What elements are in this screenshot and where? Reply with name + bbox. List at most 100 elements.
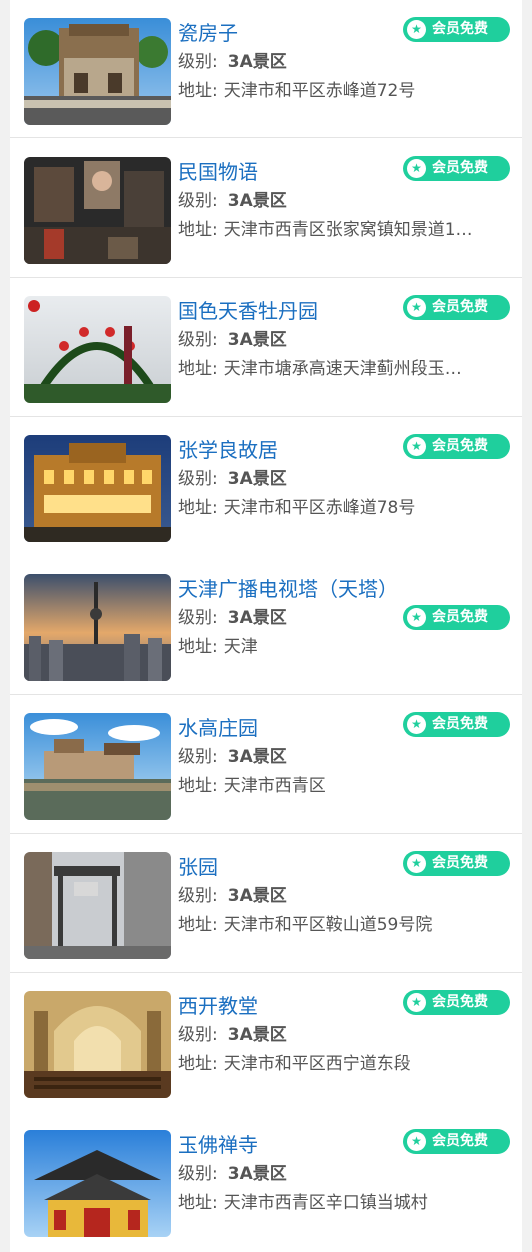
star-icon: ★	[407, 159, 426, 178]
member-free-badge[interactable]: ★ 会员免费	[403, 990, 510, 1015]
member-free-badge[interactable]: ★ 会员免费	[403, 434, 510, 459]
address-value: 天津	[223, 637, 258, 657]
level-value: 3A景区	[227, 191, 287, 211]
star-icon: ★	[407, 1132, 426, 1151]
address-label: 地址:	[178, 1054, 218, 1074]
address-value: 天津市和平区西宁道东段	[223, 1054, 411, 1074]
level-row: 级别: 3A景区	[178, 1163, 508, 1185]
member-free-badge[interactable]: ★ 会员免费	[403, 712, 510, 737]
badge-label: 会员免费	[432, 609, 488, 625]
address-label: 地址:	[178, 498, 218, 518]
badge-label: 会员免费	[432, 716, 488, 732]
member-free-badge[interactable]: ★ 会员免费	[403, 851, 510, 876]
level-label: 级别:	[178, 747, 218, 767]
address-row: 地址: 天津市和平区赤峰道78号	[178, 497, 508, 519]
level-row: 级别: 3A景区	[178, 746, 508, 768]
list-item[interactable]: 张学良故居 级别: 3A景区 地址: 天津市和平区赤峰道78号 ★ 会员免费	[10, 418, 522, 556]
address-row: 地址: 天津市和平区鞍山道59号院	[178, 914, 508, 936]
level-row: 级别: 3A景区	[178, 1024, 508, 1046]
level-row: 级别: 3A景区	[178, 885, 508, 907]
spot-name[interactable]: 西开教堂	[178, 993, 258, 1019]
badge-label: 会员免费	[432, 438, 488, 454]
divider	[10, 137, 522, 138]
scenic-thumbnail[interactable]	[24, 574, 171, 681]
list-item[interactable]: 水高庄园 级别: 3A景区 地址: 天津市西青区 ★ 会员免费	[10, 696, 522, 834]
address-row: 地址: 天津市塘承高速天津蓟州段玉…	[178, 358, 508, 380]
divider	[10, 416, 522, 417]
star-icon: ★	[407, 993, 426, 1012]
level-value: 3A景区	[227, 747, 287, 767]
scenic-thumbnail[interactable]	[24, 435, 171, 542]
level-row: 级别: 3A景区	[178, 51, 508, 73]
badge-label: 会员免费	[432, 1133, 488, 1149]
spot-name[interactable]: 天津广播电视塔（天塔）	[178, 576, 398, 602]
address-label: 地址:	[178, 359, 218, 379]
member-free-badge[interactable]: ★ 会员免费	[403, 156, 510, 181]
level-label: 级别:	[178, 330, 218, 350]
address-label: 地址:	[178, 220, 218, 240]
level-value: 3A景区	[227, 1164, 287, 1184]
scenic-spot-list: 瓷房子 级别: 3A景区 地址: 天津市和平区赤峰道72号 ★ 会员免费 民国物语 级…	[10, 0, 522, 1252]
level-row: 级别: 3A景区	[178, 329, 508, 351]
level-label: 级别:	[178, 886, 218, 906]
star-icon: ★	[407, 854, 426, 873]
address-label: 地址:	[178, 1193, 218, 1213]
star-icon: ★	[407, 437, 426, 456]
scenic-thumbnail[interactable]	[24, 1130, 171, 1237]
list-item[interactable]: 民国物语 级别: 3A景区 地址: 天津市西青区张家窝镇知景道1… ★ 会员免费	[10, 140, 522, 278]
spot-name[interactable]: 国色天香牡丹园	[178, 298, 318, 324]
level-label: 级别:	[178, 191, 218, 211]
scenic-thumbnail[interactable]	[24, 18, 171, 125]
member-free-badge[interactable]: ★ 会员免费	[403, 295, 510, 320]
address-value: 天津市西青区辛口镇当城村	[223, 1193, 428, 1213]
address-value: 天津市和平区赤峰道72号	[223, 81, 416, 101]
list-item[interactable]: 国色天香牡丹园 级别: 3A景区 地址: 天津市塘承高速天津蓟州段玉… ★ 会员免费	[10, 279, 522, 417]
list-item[interactable]: 西开教堂 级别: 3A景区 地址: 天津市和平区西宁道东段 ★ 会员免费	[10, 974, 522, 1112]
level-row: 级别: 3A景区	[178, 190, 508, 212]
divider	[10, 972, 522, 973]
level-value: 3A景区	[227, 52, 287, 72]
address-value: 天津市和平区鞍山道59号院	[223, 915, 433, 935]
spot-name[interactable]: 张学良故居	[178, 437, 278, 463]
list-item[interactable]: 瓷房子 级别: 3A景区 地址: 天津市和平区赤峰道72号 ★ 会员免费	[10, 0, 522, 138]
badge-label: 会员免费	[432, 994, 488, 1010]
member-free-badge[interactable]: ★ 会员免费	[403, 1129, 510, 1154]
scenic-thumbnail[interactable]	[24, 157, 171, 264]
star-icon: ★	[407, 608, 426, 627]
spot-name[interactable]: 张园	[178, 854, 218, 880]
address-label: 地址:	[178, 776, 218, 796]
level-value: 3A景区	[227, 330, 287, 350]
spot-name[interactable]: 玉佛禅寺	[178, 1132, 258, 1158]
address-row: 地址: 天津市西青区张家窝镇知景道1…	[178, 219, 508, 241]
scenic-thumbnail[interactable]	[24, 991, 171, 1098]
spot-name[interactable]: 水高庄园	[178, 715, 258, 741]
address-label: 地址:	[178, 637, 218, 657]
badge-label: 会员免费	[432, 855, 488, 871]
scenic-thumbnail[interactable]	[24, 296, 171, 403]
level-label: 级别:	[178, 608, 218, 628]
list-item[interactable]: 玉佛禅寺 级别: 3A景区 地址: 天津市西青区辛口镇当城村 ★ 会员免费	[10, 1113, 522, 1251]
spot-name[interactable]: 瓷房子	[178, 20, 238, 46]
spot-name[interactable]: 民国物语	[178, 159, 258, 185]
member-free-badge[interactable]: ★ 会员免费	[403, 605, 510, 630]
address-row: 地址: 天津	[178, 636, 508, 658]
divider	[10, 277, 522, 278]
address-value: 天津市和平区赤峰道78号	[223, 498, 416, 518]
address-value: 天津市西青区	[223, 776, 326, 796]
level-label: 级别:	[178, 469, 218, 489]
star-icon: ★	[407, 20, 426, 39]
level-label: 级别:	[178, 1164, 218, 1184]
address-row: 地址: 天津市西青区	[178, 775, 508, 797]
member-free-badge[interactable]: ★ 会员免费	[403, 17, 510, 42]
address-label: 地址:	[178, 81, 218, 101]
divider	[10, 833, 522, 834]
scenic-thumbnail[interactable]	[24, 852, 171, 959]
divider	[10, 694, 522, 695]
star-icon: ★	[407, 715, 426, 734]
list-item[interactable]: 天津广播电视塔（天塔） 级别: 3A景区 地址: 天津 ★ 会员免费	[10, 557, 522, 695]
scenic-thumbnail[interactable]	[24, 713, 171, 820]
level-value: 3A景区	[227, 886, 287, 906]
list-item[interactable]: 张园 级别: 3A景区 地址: 天津市和平区鞍山道59号院 ★ 会员免费	[10, 835, 522, 973]
address-label: 地址:	[178, 915, 218, 935]
address-row: 地址: 天津市和平区赤峰道72号	[178, 80, 508, 102]
